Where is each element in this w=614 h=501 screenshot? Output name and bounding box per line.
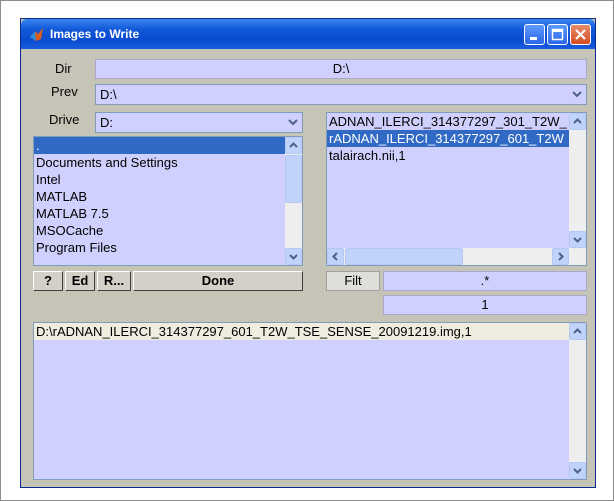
scroll-right-button[interactable] bbox=[552, 248, 569, 265]
minimize-button[interactable] bbox=[524, 24, 545, 45]
chevron-up-icon bbox=[573, 328, 582, 334]
folder-item[interactable]: Documents and Settings bbox=[34, 154, 302, 171]
dir-label: Dir bbox=[55, 61, 72, 76]
chevron-down-icon bbox=[289, 254, 298, 260]
window-title: Images to Write bbox=[50, 27, 140, 41]
folder-list[interactable]: . Documents and Settings Intel MATLAB MA… bbox=[33, 136, 303, 266]
selected-file-item[interactable]: D:\rADNAN_ILERCI_314377297_601_T2W_TSE_S… bbox=[34, 323, 586, 340]
chevron-down-icon bbox=[288, 119, 298, 126]
file-list-vscroll[interactable] bbox=[569, 113, 586, 248]
chevron-up-icon bbox=[289, 142, 298, 148]
scroll-corner bbox=[569, 248, 586, 265]
prev-dropdown-arrow[interactable] bbox=[569, 86, 585, 103]
chevron-down-icon bbox=[573, 237, 582, 243]
prev-value: D:\ bbox=[100, 87, 117, 102]
close-icon bbox=[575, 29, 586, 40]
scroll-up-button[interactable] bbox=[569, 323, 586, 340]
prev-label: Prev bbox=[51, 84, 78, 99]
dialog-body: Dir D:\ Prev D:\ Drive D: . Documents an… bbox=[25, 49, 591, 483]
scroll-down-button[interactable] bbox=[285, 248, 302, 265]
maximize-icon bbox=[551, 28, 564, 41]
scroll-up-button[interactable] bbox=[285, 137, 302, 154]
scroll-down-button[interactable] bbox=[569, 462, 586, 479]
scroll-up-button[interactable] bbox=[569, 113, 586, 130]
selection-count: 1 bbox=[383, 295, 587, 315]
file-list-hscroll[interactable] bbox=[327, 248, 569, 265]
scroll-down-button[interactable] bbox=[569, 231, 586, 248]
prev-dropdown[interactable]: D:\ bbox=[95, 84, 587, 105]
folder-item[interactable]: MATLAB bbox=[34, 188, 302, 205]
maximize-button[interactable] bbox=[547, 24, 568, 45]
scroll-thumb[interactable] bbox=[285, 155, 302, 203]
folder-item[interactable]: Program Files bbox=[34, 239, 302, 256]
dir-field: D:\ bbox=[95, 59, 587, 79]
title-bar[interactable]: Images to Write bbox=[21, 19, 595, 49]
folder-item[interactable]: Intel bbox=[34, 171, 302, 188]
chevron-up-icon bbox=[573, 118, 582, 124]
chevron-down-icon bbox=[573, 468, 582, 474]
edit-button[interactable]: Ed bbox=[65, 271, 95, 291]
file-item[interactable]: rADNAN_ILERCI_314377297_601_T2W bbox=[327, 130, 586, 147]
hscroll-thumb[interactable] bbox=[345, 248, 463, 265]
file-item[interactable]: ADNAN_ILERCI_314377297_301_T2W_ bbox=[327, 113, 586, 130]
file-list[interactable]: ADNAN_ILERCI_314377297_301_T2W_ rADNAN_I… bbox=[326, 112, 587, 266]
images-to-write-window: Images to Write Dir D:\ Prev D:\ Drive D… bbox=[20, 18, 596, 488]
chevron-down-icon bbox=[572, 91, 582, 98]
close-button[interactable] bbox=[570, 24, 591, 45]
file-item[interactable]: talairach.nii,1 bbox=[327, 147, 586, 164]
matlab-icon bbox=[30, 28, 43, 41]
drive-value: D: bbox=[100, 115, 113, 130]
drive-dropdown-arrow[interactable] bbox=[285, 114, 301, 131]
filter-button[interactable]: Filt bbox=[326, 271, 380, 291]
folder-list-scrollbar[interactable] bbox=[285, 137, 302, 265]
chevron-left-icon bbox=[332, 252, 338, 261]
folder-item[interactable]: . bbox=[34, 137, 302, 154]
drive-label: Drive bbox=[49, 112, 80, 127]
recent-button[interactable]: R... bbox=[97, 271, 131, 291]
chevron-right-icon bbox=[558, 252, 564, 261]
help-button[interactable]: ? bbox=[33, 271, 63, 291]
folder-item[interactable]: MATLAB 7.5 bbox=[34, 205, 302, 222]
folder-item[interactable]: MSOCache bbox=[34, 222, 302, 239]
drive-dropdown[interactable]: D: bbox=[95, 112, 303, 133]
selected-files-list[interactable]: D:\rADNAN_ILERCI_314377297_601_T2W_TSE_S… bbox=[33, 322, 587, 480]
done-button[interactable]: Done bbox=[133, 271, 303, 291]
selected-files-scrollbar[interactable] bbox=[569, 323, 586, 479]
minimize-icon bbox=[530, 37, 537, 40]
scroll-left-button[interactable] bbox=[327, 248, 344, 265]
filter-input[interactable]: .* bbox=[383, 271, 587, 291]
